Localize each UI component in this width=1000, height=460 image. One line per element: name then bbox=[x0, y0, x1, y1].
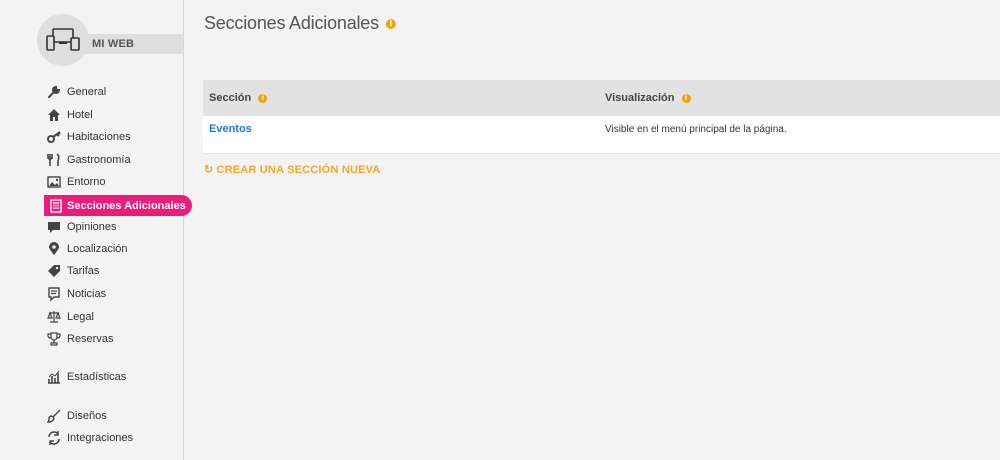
sync-icon bbox=[46, 430, 62, 446]
sidebar-item-label: Noticias bbox=[67, 288, 107, 300]
price-tag-icon bbox=[46, 263, 62, 279]
sidebar-item-integraciones[interactable]: Integraciones bbox=[46, 428, 133, 448]
sections-table: Sección i Visualización i Eventos Visibl… bbox=[203, 80, 1000, 154]
sidebar-item-legal[interactable]: Legal bbox=[46, 307, 94, 327]
sidebar-item-noticias[interactable]: Noticias bbox=[46, 284, 106, 304]
info-icon[interactable]: i bbox=[681, 93, 691, 103]
sidebar-item-label: Integraciones bbox=[67, 432, 134, 444]
sidebar-item-opiniones[interactable]: Opiniones bbox=[46, 217, 117, 237]
sidebar-item-tarifas[interactable]: Tarifas bbox=[46, 261, 99, 281]
sidebar: MI WEB General Hotel Habitaciones Gastro… bbox=[0, 0, 192, 460]
scales-icon bbox=[46, 309, 62, 325]
column-header-visualizacion: Visualización i bbox=[605, 80, 691, 116]
sidebar-item-label: Legal bbox=[67, 311, 94, 323]
sidebar-item-general[interactable]: General bbox=[46, 82, 106, 102]
sidebar-item-label: Gastronomía bbox=[67, 154, 131, 166]
sidebar-item-label: Entorno bbox=[67, 176, 106, 188]
news-icon bbox=[46, 286, 62, 302]
sidebar-item-reservas[interactable]: Reservas bbox=[46, 329, 113, 349]
sidebar-item-localizacion[interactable]: Localización bbox=[46, 239, 128, 259]
section-link[interactable]: Eventos bbox=[209, 116, 252, 142]
create-section-button[interactable]: ↻ CREAR UNA SECCIÓN NUEVA bbox=[204, 163, 381, 177]
info-icon[interactable]: i bbox=[385, 18, 396, 29]
sidebar-item-habitaciones[interactable]: Habitaciones bbox=[46, 127, 131, 147]
sidebar-item-label: Diseños bbox=[67, 410, 107, 422]
page-title: Secciones Adicionales bbox=[204, 13, 379, 33]
sidebar-item-estadisticas[interactable]: Estadísticas bbox=[46, 367, 126, 387]
sidebar-item-secciones-adicionales[interactable]: Secciones Adicionales bbox=[44, 195, 192, 216]
devices-icon bbox=[37, 14, 89, 66]
key-icon bbox=[46, 129, 62, 145]
map-pin-icon bbox=[46, 241, 62, 257]
trophy-icon bbox=[46, 331, 62, 347]
sidebar-item-label: Reservas bbox=[67, 333, 114, 345]
visibility-text: Visible en el menú principal de la págin… bbox=[605, 123, 787, 135]
fork-knife-icon bbox=[46, 152, 62, 168]
wrench-icon bbox=[46, 84, 62, 100]
brand-label: MI WEB bbox=[92, 38, 135, 50]
sidebar-item-gastronomia[interactable]: Gastronomía bbox=[46, 150, 131, 170]
chat-bubble-icon bbox=[46, 219, 62, 235]
refresh-icon: ↻ bbox=[204, 164, 214, 176]
table-row: Eventos Visible en el menú principal de … bbox=[203, 116, 1000, 154]
sidebar-item-disenos[interactable]: Diseños bbox=[46, 406, 107, 426]
sidebar-item-label: Localización bbox=[67, 243, 128, 255]
sidebar-item-label: General bbox=[67, 86, 107, 98]
sidebar-item-label: Secciones Adicionales bbox=[67, 199, 186, 212]
sidebar-item-entorno[interactable]: Entorno bbox=[46, 172, 106, 192]
sidebar-item-hotel[interactable]: Hotel bbox=[46, 105, 93, 125]
picture-icon bbox=[46, 174, 62, 190]
info-icon[interactable]: i bbox=[258, 93, 268, 103]
page-header: Secciones Adicionales i bbox=[204, 13, 396, 34]
brush-icon bbox=[46, 408, 62, 424]
house-icon bbox=[46, 107, 62, 123]
sidebar-item-label: Habitaciones bbox=[67, 131, 131, 143]
sidebar-item-label: Opiniones bbox=[67, 221, 117, 233]
bar-chart-icon bbox=[46, 369, 62, 385]
column-header-seccion: Sección i bbox=[209, 80, 268, 116]
sidebar-item-label: Estadísticas bbox=[67, 371, 127, 383]
document-icon bbox=[48, 198, 64, 214]
sidebar-item-label: Hotel bbox=[67, 109, 93, 121]
create-section-label: CREAR UNA SECCIÓN NUEVA bbox=[216, 163, 381, 176]
sidebar-item-label: Tarifas bbox=[67, 265, 100, 277]
table-header: Sección i Visualización i bbox=[203, 80, 1000, 116]
